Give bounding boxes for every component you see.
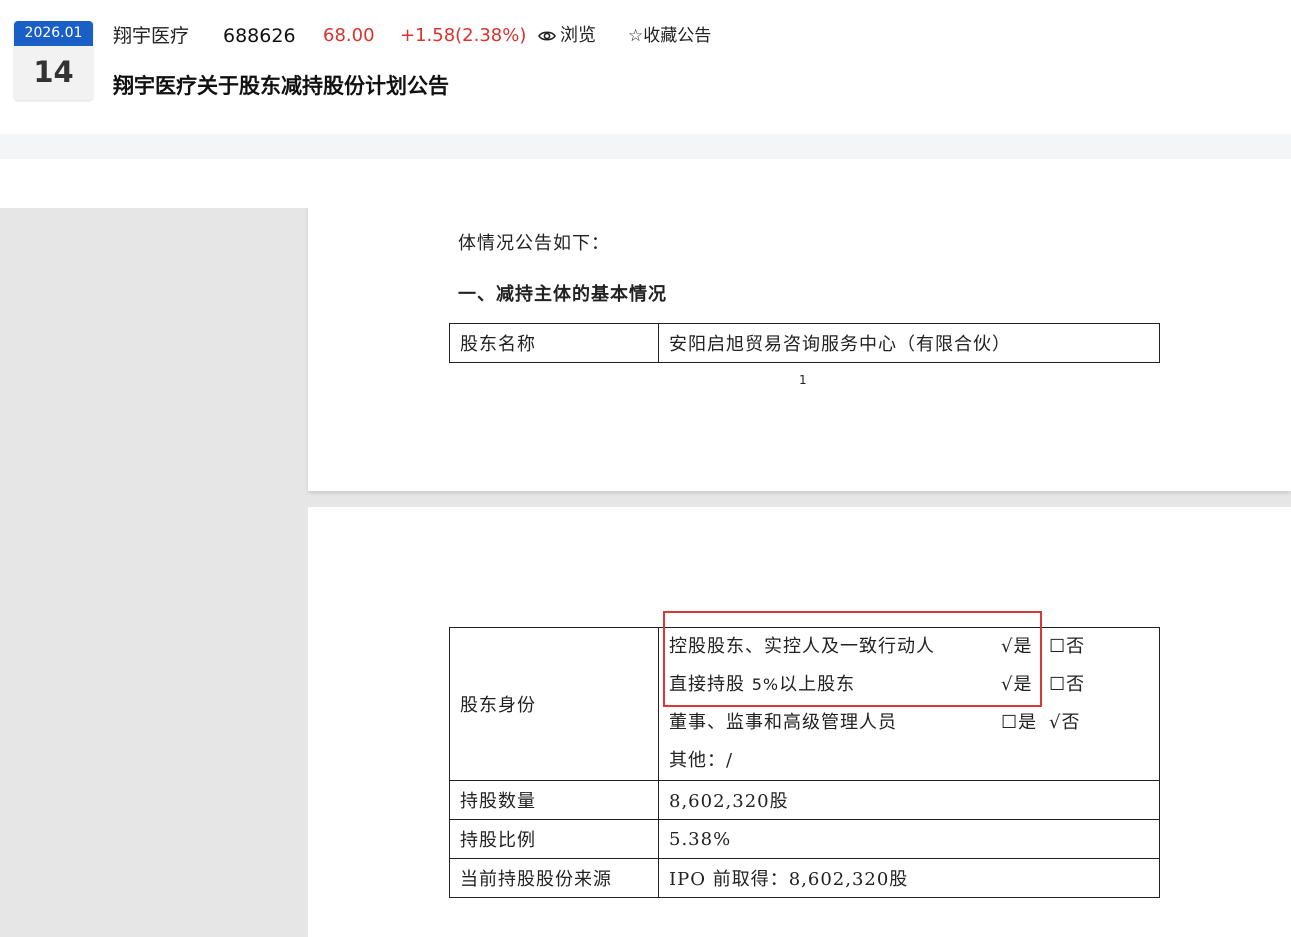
table-row: 持股比例 5.38% bbox=[449, 819, 1160, 859]
identity-no: ☐否 bbox=[1049, 674, 1086, 695]
identity-label-post: 以上股东 bbox=[779, 674, 856, 695]
stock-change: +1.58(2.38%) bbox=[400, 25, 527, 46]
identity-row: 直接持股 5%以上股东 √是 ☐否 bbox=[669, 666, 1149, 704]
table-value: 5.38% bbox=[658, 819, 1160, 859]
identity-row: 控股股东、实控人及一致行动人 √是 ☐否 bbox=[669, 628, 1149, 666]
identity-row: 董事、监事和高级管理人员 ☐是 √否 bbox=[669, 704, 1149, 742]
eye-icon bbox=[538, 31, 556, 41]
identity-yes: √是 bbox=[1001, 636, 1033, 657]
identity-label: 董事、监事和高级管理人员 bbox=[669, 712, 897, 733]
paragraph-tail: 体情况公告如下： bbox=[458, 233, 610, 254]
header-divider-band bbox=[0, 134, 1291, 159]
identity-yes: √是 bbox=[1001, 674, 1033, 695]
section-heading: 一、减持主体的基本情况 bbox=[458, 284, 667, 305]
table-value: 安阳启旭贸易咨询服务中心（有限合伙） bbox=[658, 323, 1160, 363]
identity-yes: ☐是 bbox=[1001, 712, 1038, 733]
date-year-month: 2026.01 bbox=[14, 21, 93, 46]
clipped-text-line bbox=[458, 208, 1158, 209]
stock-price: 68.00 bbox=[323, 25, 375, 46]
table-row: 股东名称 安阳启旭贸易咨询服务中心（有限合伙） bbox=[449, 323, 1160, 363]
identity-label-percent: 5% bbox=[751, 675, 780, 694]
announcement-header: 2026.01 14 翔宇医疗 688626 68.00 +1.58(2.38%… bbox=[0, 0, 1291, 134]
identity-row: 其他：/ bbox=[669, 742, 1149, 780]
identity-label: 其他：/ bbox=[669, 750, 734, 771]
favorite-announcement-button[interactable]: ☆收藏公告 bbox=[628, 22, 711, 50]
stock-code[interactable]: 688626 bbox=[223, 22, 296, 50]
browse-label: 浏览 bbox=[560, 25, 596, 46]
table-row: 当前持股股份来源 IPO 前取得：8,602,320股 bbox=[449, 858, 1160, 898]
identity-options-cell: 控股股东、实控人及一致行动人 √是 ☐否 直接持股 5%以上股东 √是 ☐否 董… bbox=[658, 627, 1160, 781]
stock-name[interactable]: 翔宇医疗 bbox=[113, 22, 189, 50]
pdf-viewer[interactable]: 体情况公告如下： 一、减持主体的基本情况 股东名称 安阳启旭贸易咨询服务中心（有… bbox=[0, 208, 1291, 937]
identity-label: 直接持股 5%以上股东 bbox=[669, 666, 855, 704]
date-badge: 2026.01 14 bbox=[14, 21, 93, 100]
identity-no: ☐否 bbox=[1049, 636, 1086, 657]
table-key: 股东名称 bbox=[449, 323, 659, 363]
announcement-title: 翔宇医疗关于股东减持股份计划公告 bbox=[113, 74, 449, 98]
table-row: 股东身份 控股股东、实控人及一致行动人 √是 ☐否 直接持股 5%以上股东 √是… bbox=[449, 627, 1160, 781]
table-row: 持股数量 8,602,320股 bbox=[449, 780, 1160, 820]
shareholder-info-table: 股东身份 控股股东、实控人及一致行动人 √是 ☐否 直接持股 5%以上股东 √是… bbox=[449, 627, 1160, 898]
pdf-page-2: 股东身份 控股股东、实控人及一致行动人 √是 ☐否 直接持股 5%以上股东 √是… bbox=[308, 507, 1291, 937]
browse-button[interactable]: 浏览 bbox=[538, 22, 596, 50]
page-number: 1 bbox=[799, 373, 807, 387]
table-key: 持股数量 bbox=[449, 780, 659, 820]
table-key: 股东身份 bbox=[449, 627, 659, 781]
pdf-page-1: 体情况公告如下： 一、减持主体的基本情况 股东名称 安阳启旭贸易咨询服务中心（有… bbox=[308, 208, 1291, 491]
table-key: 当前持股股份来源 bbox=[449, 858, 659, 898]
identity-no: √否 bbox=[1049, 712, 1081, 733]
identity-label: 控股股东、实控人及一致行动人 bbox=[669, 636, 935, 657]
identity-label-pre: 直接持股 bbox=[669, 674, 752, 695]
table-key: 持股比例 bbox=[449, 819, 659, 859]
table-value: 8,602,320股 bbox=[658, 780, 1160, 820]
table-value: IPO 前取得：8,602,320股 bbox=[658, 858, 1160, 898]
date-day: 14 bbox=[33, 55, 74, 89]
shareholder-name-table: 股东名称 安阳启旭贸易咨询服务中心（有限合伙） bbox=[449, 323, 1160, 363]
